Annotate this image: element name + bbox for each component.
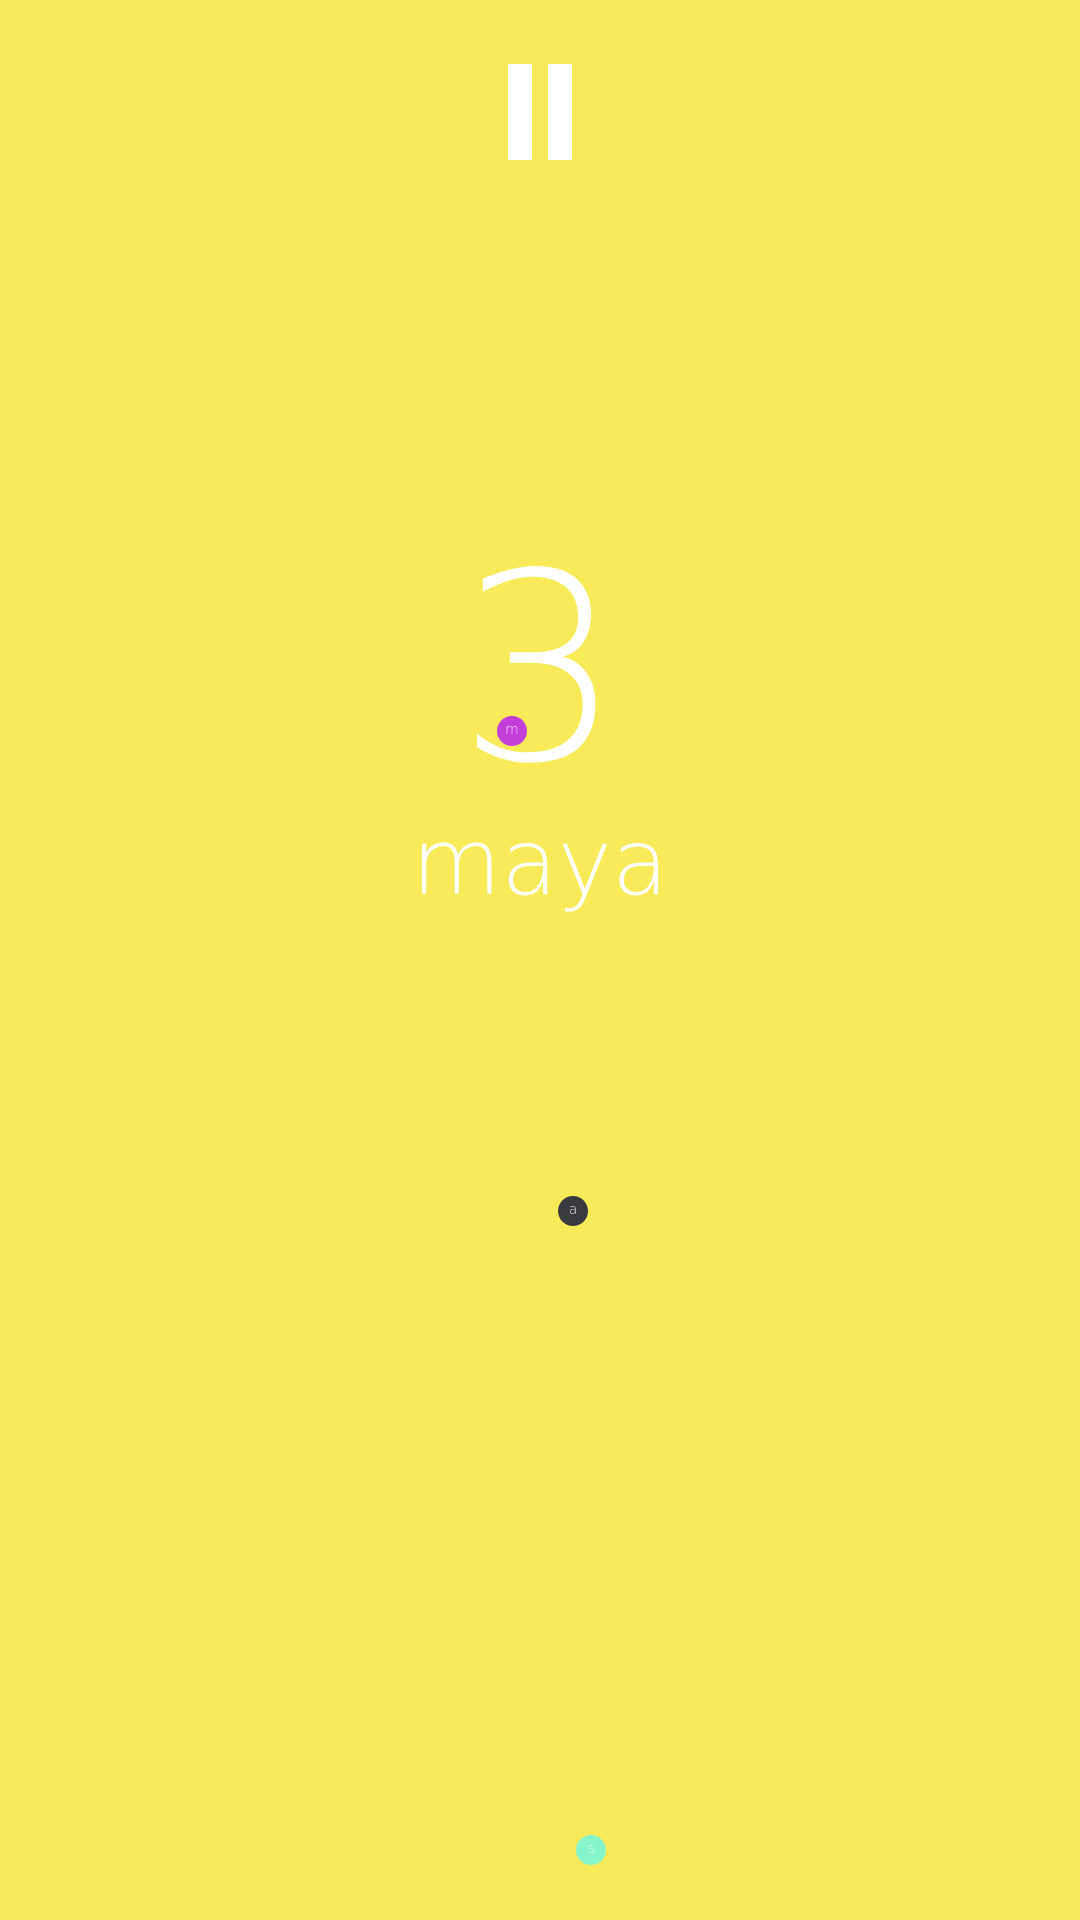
pause-button[interactable] [490, 50, 590, 170]
letter-ball-label: s [587, 1841, 595, 1857]
letter-ball-label: a [568, 1202, 578, 1218]
letter-ball-m[interactable]: m [497, 716, 527, 746]
pause-icon-bar [548, 64, 572, 160]
player-name: maya [411, 809, 669, 916]
pause-icon [508, 64, 532, 160]
letter-ball-s[interactable]: s [576, 1835, 606, 1865]
letter-ball-label: m [505, 722, 519, 738]
letter-ball-a[interactable]: a [558, 1196, 588, 1226]
score-display: 3 [457, 519, 623, 821]
